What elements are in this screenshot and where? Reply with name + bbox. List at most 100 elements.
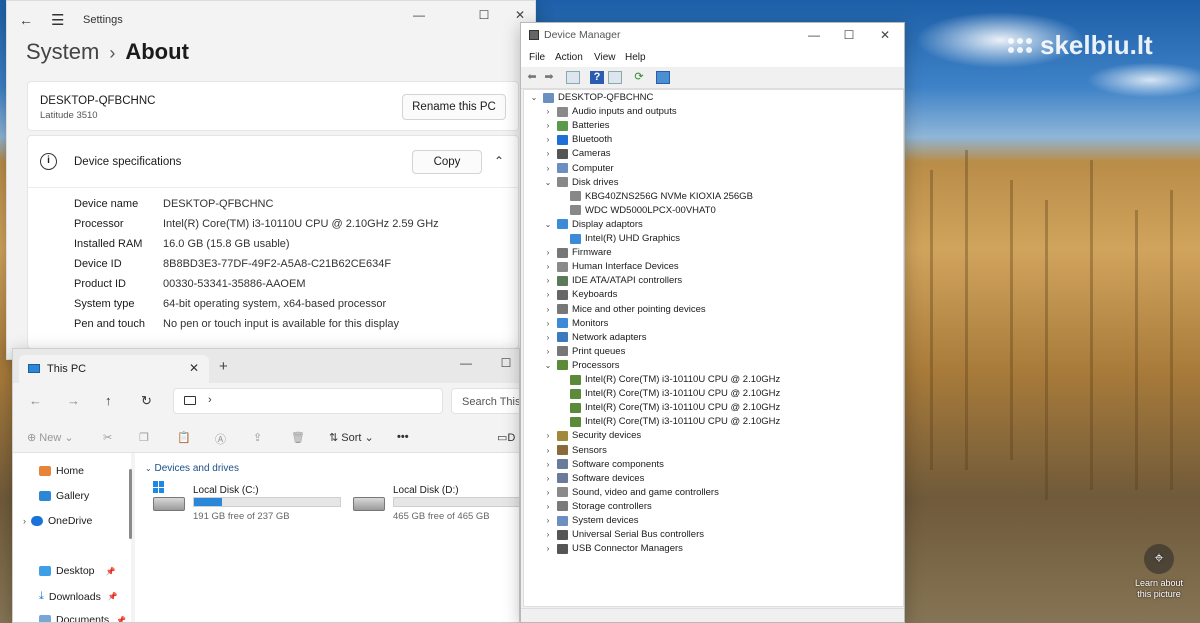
- scan-hardware-icon[interactable]: ⟳: [632, 71, 646, 84]
- more-options-icon[interactable]: •••: [397, 431, 409, 443]
- tree-device[interactable]: KBG40ZNS256G NVMe KIOXIA 256GB: [558, 191, 753, 202]
- tab-this-pc[interactable]: This PC ✕: [19, 355, 209, 383]
- tree-category[interactable]: › Firmware: [542, 247, 612, 258]
- menu-file[interactable]: File: [529, 52, 545, 63]
- back-arrow-icon[interactable]: ←: [19, 12, 33, 28]
- tree-category[interactable]: › Security devices: [542, 430, 642, 441]
- delete-icon[interactable]: 🗑: [291, 431, 305, 444]
- menu-help[interactable]: Help: [625, 52, 646, 63]
- chevron-right-icon[interactable]: ›: [542, 446, 554, 455]
- tree-root[interactable]: ⌄ DESKTOP-QFBCHNC: [528, 92, 654, 103]
- details-button[interactable]: ▭D: [497, 431, 515, 444]
- navigation-scrollbar[interactable]: [129, 469, 132, 539]
- chevron-right-icon[interactable]: ›: [542, 319, 554, 328]
- new-button[interactable]: ⊕ New ⌄: [27, 431, 74, 444]
- chevron-down-icon[interactable]: ⌄: [528, 93, 540, 102]
- chevron-right-icon[interactable]: ›: [542, 262, 554, 271]
- forward-arrow-icon[interactable]: →: [67, 393, 80, 408]
- copy-button[interactable]: Copy: [412, 150, 482, 174]
- tree-category[interactable]: ⌄ Disk drives: [542, 177, 619, 188]
- monitor-icon[interactable]: [656, 71, 670, 84]
- maximize-icon[interactable]: ☐: [832, 23, 866, 47]
- tree-category[interactable]: › Sensors: [542, 445, 607, 456]
- chevron-right-icon[interactable]: ›: [542, 305, 554, 314]
- chevron-right-icon[interactable]: ›: [542, 488, 554, 497]
- breadcrumb-system[interactable]: System: [26, 39, 99, 64]
- tree-category[interactable]: ⌄ Display adaptors: [542, 219, 643, 230]
- close-tab-icon[interactable]: ✕: [189, 361, 199, 375]
- tree-category[interactable]: › Software devices: [542, 473, 645, 484]
- menu-action[interactable]: Action: [555, 52, 583, 63]
- tree-device[interactable]: Intel(R) Core(TM) i3-10110U CPU @ 2.10GH…: [558, 416, 780, 427]
- learn-about-picture[interactable]: ⌖ Learn about this picture: [1128, 544, 1190, 600]
- nav-item-gallery[interactable]: Gallery: [39, 490, 89, 502]
- tree-category[interactable]: › Universal Serial Bus controllers: [542, 529, 704, 540]
- maximize-icon[interactable]: ☐: [467, 1, 501, 29]
- new-tab-icon[interactable]: +: [219, 358, 228, 375]
- chevron-right-icon[interactable]: ›: [542, 248, 554, 257]
- tree-device[interactable]: Intel(R) Core(TM) i3-10110U CPU @ 2.10GH…: [558, 374, 780, 385]
- nav-item-home[interactable]: Home: [39, 465, 84, 477]
- chevron-up-icon[interactable]: ⌃: [494, 154, 504, 168]
- back-arrow-icon[interactable]: ⬅: [525, 71, 539, 84]
- tree-category[interactable]: › IDE ATA/ATAPI controllers: [542, 275, 683, 286]
- chevron-right-icon[interactable]: ›: [542, 290, 554, 299]
- back-arrow-icon[interactable]: ←: [29, 393, 42, 408]
- forward-arrow-icon[interactable]: ➡: [542, 71, 556, 84]
- help-icon[interactable]: ?: [590, 71, 604, 84]
- nav-item-onedrive[interactable]: › OneDrive: [23, 515, 92, 527]
- chevron-right-icon[interactable]: ›: [542, 502, 554, 511]
- address-bar[interactable]: ›: [173, 388, 443, 414]
- chevron-right-icon[interactable]: ›: [542, 431, 554, 440]
- chevron-right-icon[interactable]: ›: [23, 516, 26, 526]
- rename-pc-button[interactable]: Rename this PC: [402, 94, 506, 120]
- tree-category[interactable]: › Audio inputs and outputs: [542, 106, 677, 117]
- paste-icon[interactable]: 📋: [177, 431, 191, 444]
- tree-category[interactable]: › Cameras: [542, 148, 611, 159]
- tree-category[interactable]: › USB Connector Managers: [542, 543, 683, 554]
- drive-d[interactable]: Local Disk (D:) 465 GB free of 465 GB: [353, 483, 519, 523]
- up-arrow-icon[interactable]: ↑: [105, 393, 112, 408]
- tree-device[interactable]: WDC WD5000LPCX-00VHAT0: [558, 205, 716, 216]
- minimize-icon[interactable]: —: [402, 1, 436, 29]
- cut-icon[interactable]: ✂: [103, 431, 112, 444]
- tree-category[interactable]: › Print queues: [542, 346, 626, 357]
- chevron-right-icon[interactable]: ›: [542, 474, 554, 483]
- chevron-right-icon[interactable]: ›: [542, 149, 554, 158]
- tree-category[interactable]: › System devices: [542, 515, 639, 526]
- tree-category[interactable]: › Monitors: [542, 318, 609, 329]
- tree-category[interactable]: ⌄ Processors: [542, 360, 620, 371]
- specs-header[interactable]: i Device specifications Copy ⌃: [28, 136, 518, 188]
- tree-category[interactable]: › Software components: [542, 459, 664, 470]
- minimize-icon[interactable]: —: [797, 23, 831, 47]
- chevron-right-icon[interactable]: ›: [542, 107, 554, 116]
- chevron-right-icon[interactable]: ›: [542, 516, 554, 525]
- tree-device[interactable]: Intel(R) UHD Graphics: [558, 233, 680, 244]
- pin-icon[interactable]: 📌: [108, 592, 118, 601]
- pin-icon[interactable]: 📌: [116, 616, 126, 623]
- tree-device[interactable]: Intel(R) Core(TM) i3-10110U CPU @ 2.10GH…: [558, 402, 780, 413]
- nav-item-documents[interactable]: Documents 📌: [39, 614, 126, 623]
- tree-category[interactable]: › Network adapters: [542, 332, 647, 343]
- chevron-right-icon[interactable]: ›: [542, 333, 554, 342]
- nav-item-desktop[interactable]: Desktop 📌: [39, 565, 116, 577]
- tree-category[interactable]: › Sound, video and game controllers: [542, 487, 719, 498]
- tree-category[interactable]: › Storage controllers: [542, 501, 652, 512]
- rename-icon[interactable]: Ⓐ: [215, 431, 226, 447]
- close-icon[interactable]: ✕: [868, 23, 902, 47]
- tree-category[interactable]: › Batteries: [542, 120, 610, 131]
- chevron-down-icon[interactable]: ⌄: [542, 361, 554, 370]
- menu-hamburger-icon[interactable]: ☰: [51, 11, 64, 29]
- chevron-down-icon[interactable]: ⌄: [542, 178, 554, 187]
- tree-device[interactable]: Intel(R) Core(TM) i3-10110U CPU @ 2.10GH…: [558, 388, 780, 399]
- tree-category[interactable]: › Keyboards: [542, 289, 618, 300]
- properties-icon[interactable]: [566, 71, 580, 84]
- nav-item-downloads[interactable]: ⤓ Downloads 📌: [39, 590, 118, 603]
- view-icon[interactable]: [608, 71, 622, 84]
- chevron-right-icon[interactable]: ›: [542, 530, 554, 539]
- tree-category[interactable]: › Mice and other pointing devices: [542, 304, 706, 315]
- copy-icon[interactable]: ❐: [139, 431, 149, 444]
- tree-category[interactable]: › Human Interface Devices: [542, 261, 679, 272]
- drive-c[interactable]: Local Disk (C:) 191 GB free of 237 GB: [153, 481, 343, 523]
- pin-icon[interactable]: 📌: [106, 567, 116, 576]
